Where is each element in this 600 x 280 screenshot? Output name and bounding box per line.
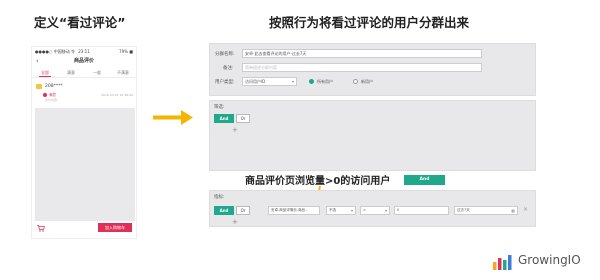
dimension-value: 不选 [329,208,336,212]
metrics-panel: 指标: And Or 安卓-商品详情页-商品... 不选 ▾ > ▾ 0 过去7… [209,190,536,227]
arrow-right-icon [153,110,193,125]
dimension-select[interactable]: 不选 ▾ [326,206,356,215]
value-input[interactable]: 0 [394,206,449,215]
phone-mockup: ●●●●○ 中国移动 令 23:11 79% ■ ‹ 商品评价 全部 满意 一般… [31,46,137,239]
calendar-icon: ▦ [511,208,515,213]
user-type-select[interactable]: 访问用户ID ▾ [242,77,297,86]
operator-select[interactable]: > ▾ [360,206,390,215]
review-content: 评价内容 [45,98,58,102]
satisfied-icon [43,93,47,97]
avatar [36,84,42,89]
tab-average[interactable]: 一般 [84,69,110,76]
value-text: 0 [397,208,400,212]
date-range-picker[interactable]: 过去7天 ▦ [454,206,518,215]
chevron-down-icon: ▾ [291,79,294,84]
review-user: 208**** [45,84,63,89]
segment-form-panel: 分群名称: 安卓-此去查看评论的用户-过去7天 备注: 简单描述分群内容 用户类… [209,43,536,96]
phone-status-bar: ●●●●○ 中国移动 令 23:11 79% ■ [32,47,136,55]
filter-or-button[interactable]: Or [236,114,250,123]
note-input[interactable]: 简单描述分群内容 [242,63,482,72]
cart-icon[interactable] [37,225,45,234]
left-heading: 定义“看过评论” [34,15,126,30]
metrics-and-button[interactable]: And [214,206,234,215]
filter-and-button[interactable]: And [214,114,234,123]
review-time: 2016-03-22 10:36:08 [101,93,133,97]
metric-value: 安卓-商品详情页-商品... [271,208,309,212]
radio-new-users-label: 新用户 [361,79,373,84]
logo-text: GrowingIO [518,253,581,267]
filter-title: 筛选: [214,105,225,110]
add-metric-button[interactable]: + [232,218,238,226]
user-type-label: 用户类型: [215,80,235,85]
review-tabs: 全部 满意 一般 不满意 [32,69,136,78]
segment-name-label: 分群名称: [215,52,235,57]
user-type-value: 访问用户ID [245,79,266,84]
review-item[interactable]: 208**** 满意 2016-03-22 10:36:08 评价内容 [32,81,136,103]
phone-page-title: 商品评价 [73,58,94,64]
metrics-or-button[interactable]: Or [236,206,250,215]
and-tag[interactable]: And [404,175,445,185]
tab-unsatisfied[interactable]: 不满意 [110,69,136,76]
date-range-value: 过去7天 [457,208,470,212]
note-label: 备注: [223,66,234,71]
right-heading: 按照行为将看过评论的用户分群出来 [269,15,470,30]
phone-nav-bar: ‹ 商品评价 [32,56,136,66]
radio-all-users-label: 所有用户 [317,79,333,84]
tab-satisfied[interactable]: 满意 [58,69,84,76]
battery-status: 79% ■ [119,49,133,54]
metrics-title: 指标: [214,195,225,200]
tab-all[interactable]: 全部 [32,69,58,76]
radio-new-users[interactable] [353,79,358,84]
add-to-cart-button[interactable]: 加入购物车 [98,223,132,232]
add-filter-button[interactable]: + [232,126,238,134]
operator-value: > [363,208,366,212]
annotation-text: 商品评价页浏览量>0的访问用户 [245,176,391,187]
chevron-down-icon: ▾ [384,208,387,213]
radio-all-users[interactable] [309,79,314,84]
metric-select[interactable]: 安卓-商品详情页-商品... [268,206,320,215]
filter-panel: 筛选: And Or + [209,100,536,171]
active-tab-indicator [39,76,51,77]
segment-name-input[interactable]: 安卓-此去查看评论的用户-过去7天 [242,49,482,58]
chevron-down-icon: ▾ [350,208,353,213]
close-icon[interactable]: × [523,206,528,213]
review-list-area [35,108,135,221]
growingio-logo-icon [493,255,512,270]
